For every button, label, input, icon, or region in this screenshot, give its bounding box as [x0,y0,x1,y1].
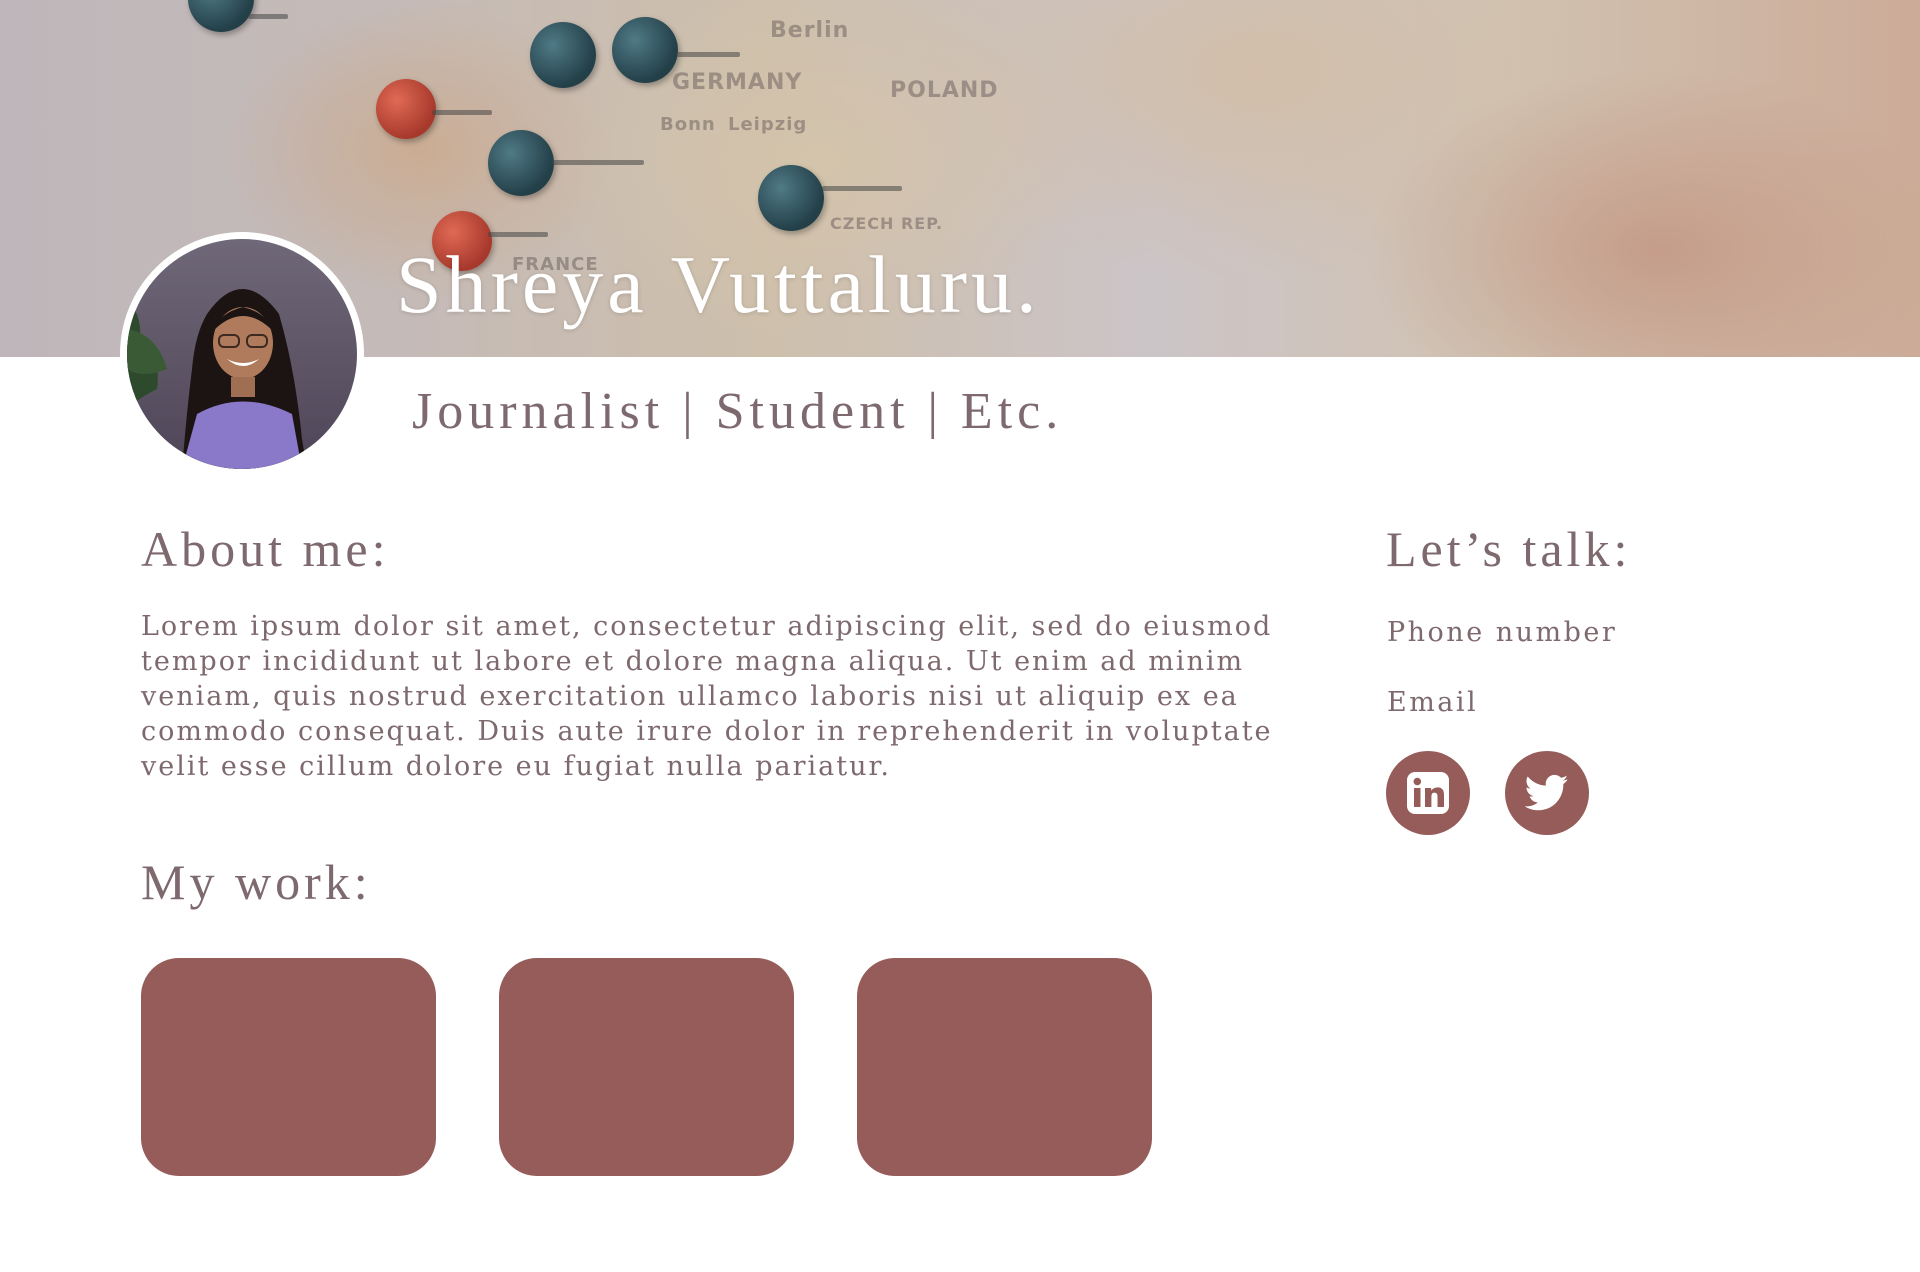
twitter-icon [1525,774,1569,811]
pin-needle [432,110,492,115]
work-card-1[interactable] [141,958,436,1176]
person-photo-icon [127,289,307,469]
map-pin-icon [376,79,436,139]
map-pin-icon [530,22,596,88]
map-label-leipzig: Leipzig [728,114,808,135]
profile-tagline: Journalist | Student | Etc. [412,383,1064,440]
pin-needle [552,160,644,165]
pin-needle [248,14,288,19]
map-label-berlin: Berlin [770,18,850,43]
work-card-2[interactable] [499,958,794,1176]
pin-needle [676,52,740,57]
map-label-germany: GERMANY [672,70,803,95]
twitter-button[interactable] [1505,751,1589,835]
profile-name: Shreya Vuttaluru. [396,239,1041,330]
pin-needle [822,186,902,191]
work-heading: My work: [141,854,372,910]
map-pin-icon [612,17,678,83]
pin-needle [488,232,548,237]
map-label-czech: CZECH REP. [830,214,944,233]
map-pin-icon [188,0,254,32]
phone-number-link[interactable]: Phone number [1387,617,1617,648]
contact-heading: Let’s talk: [1386,521,1632,577]
email-link[interactable]: Email [1387,687,1478,718]
linkedin-icon [1407,772,1449,814]
about-text: Lorem ipsum dolor sit amet, consectetur … [141,611,1273,782]
avatar [120,232,364,476]
map-label-poland: POLAND [890,78,999,103]
map-label-bonn: Bonn [660,114,716,135]
map-pin-icon [488,130,554,196]
avatar-photo [127,239,357,469]
work-card-3[interactable] [857,958,1152,1176]
linkedin-button[interactable] [1386,751,1470,835]
about-heading: About me: [141,521,390,577]
map-pin-icon [758,165,824,231]
